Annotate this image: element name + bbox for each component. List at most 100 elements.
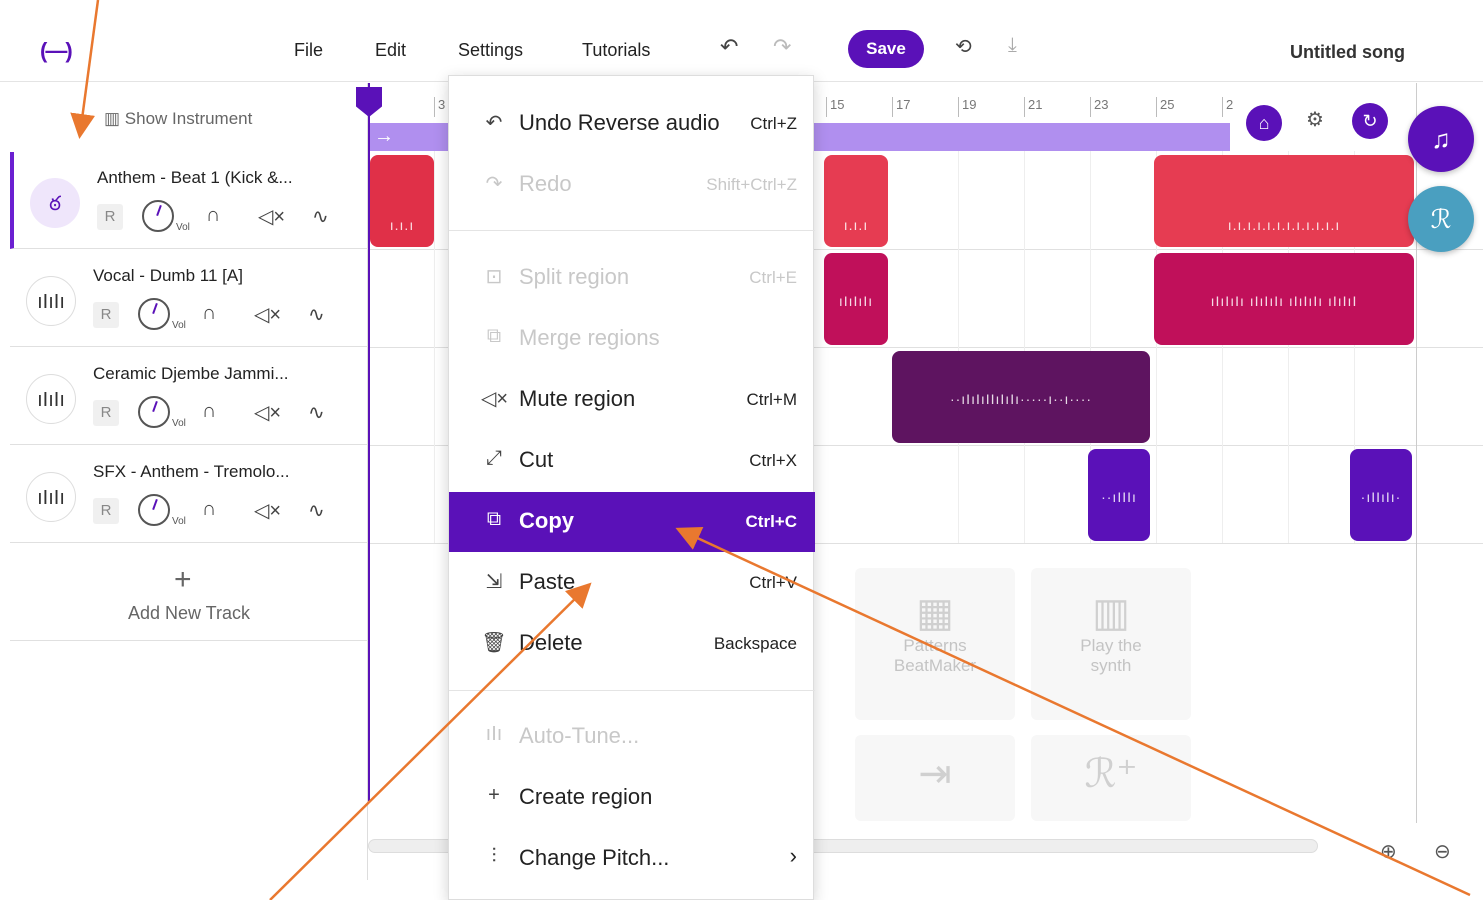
headphones-icon[interactable]: ∩ xyxy=(202,400,216,423)
menu-item-undo[interactable]: ↶ Undo Reverse audio Ctrl+Z xyxy=(449,94,815,152)
menu-item-split-region[interactable]: ⊡ Split region Ctrl+E xyxy=(449,248,815,306)
logo[interactable]: (—) xyxy=(40,38,73,64)
song-title[interactable]: Untitled song xyxy=(1290,42,1405,63)
mute-icon[interactable]: ◁× xyxy=(254,498,281,523)
menu-item-label: Undo Reverse audio xyxy=(519,110,720,135)
zoom-in-icon[interactable]: ⊕ xyxy=(1380,839,1397,864)
effects-icon[interactable]: ∿ xyxy=(308,498,325,523)
redo-icon: ↷ xyxy=(485,173,503,195)
region-waveform: ıIıIıIı xyxy=(838,293,874,309)
ruler-tick: 21 xyxy=(1024,97,1042,117)
ruler-tick: 25 xyxy=(1156,97,1174,117)
effects-icon[interactable]: ∿ xyxy=(308,400,325,425)
context-menu: ↶ Undo Reverse audio Ctrl+Z ↷ Redo Shift… xyxy=(448,75,815,900)
audio-region[interactable]: ıIıIıIı xyxy=(824,253,888,345)
record-arm-button[interactable]: R xyxy=(93,400,119,426)
menu-item-label: Merge regions xyxy=(519,325,660,350)
download-icon[interactable]: ⤓ xyxy=(1008,34,1017,57)
track-row[interactable]: ıIıIı SFX - Anthem - Tremolo... R Vol ∩ … xyxy=(10,446,368,543)
menu-item-shortcut: Ctrl+C xyxy=(745,512,797,531)
track-name[interactable]: Vocal - Dumb 11 [A] xyxy=(93,266,243,286)
import-card[interactable]: ⇥ xyxy=(855,735,1015,821)
audio-region[interactable]: ı.ı.ı.ı.ı.ı.ı.ı.ı.ı.ı.ı xyxy=(1154,155,1414,247)
effects-icon[interactable]: ∿ xyxy=(312,204,329,229)
audio-region[interactable]: ·ıIIıIı· xyxy=(1350,449,1412,541)
menu-item-mute-region[interactable]: ◁× Mute region Ctrl+M xyxy=(449,370,815,428)
menu-item-redo[interactable]: ↷ Redo Shift+Ctrl+Z xyxy=(449,155,815,213)
invite-card[interactable]: ℛ⁺ xyxy=(1031,735,1191,821)
mute-icon: ◁× xyxy=(481,388,509,410)
keyboard-icon: ▥ xyxy=(104,109,121,128)
region-pattern: ı.ı.ı xyxy=(389,217,415,233)
menu-item-shortcut: Ctrl+E xyxy=(749,268,797,287)
audio-region[interactable]: ı.ı.ı xyxy=(824,155,888,247)
menu-item-copy[interactable]: ⧉ Copy Ctrl+C xyxy=(449,492,815,552)
menu-item-change-pitch[interactable]: ⫶ Change Pitch... › xyxy=(449,829,815,887)
top-bar: (—) File Edit Settings Tutorials ↶ ↷ Sav… xyxy=(0,18,1483,82)
metronome-icon[interactable]: ⌂ xyxy=(1246,105,1282,141)
undo-icon[interactable]: ↶ xyxy=(720,34,738,60)
volume-knob[interactable] xyxy=(138,298,170,330)
play-synth-card[interactable]: ▥ Play the synth xyxy=(1031,568,1191,720)
menu-item-create-region[interactable]: + Create region xyxy=(449,768,815,826)
piano-icon: ▥ xyxy=(1092,591,1130,635)
volume-knob[interactable] xyxy=(138,494,170,526)
playhead[interactable] xyxy=(356,83,382,801)
volume-label: Vol xyxy=(172,516,186,527)
track-row[interactable]: ఠ Anthem - Beat 1 (Kick &... R Vol ∩ ◁× … xyxy=(10,152,368,249)
track-row[interactable]: ıIıIı Vocal - Dumb 11 [A] R Vol ∩ ◁× ∿ xyxy=(10,250,368,347)
menu-item-shortcut: Ctrl+V xyxy=(749,573,797,592)
volume-knob[interactable] xyxy=(138,396,170,428)
audio-region[interactable]: ··ıIıIıIIıIıIı·····ı··ı···· xyxy=(892,351,1150,443)
track-row[interactable]: ıIıIı Ceramic Djembe Jammi... R Vol ∩ ◁×… xyxy=(10,348,368,445)
menu-tutorials[interactable]: Tutorials xyxy=(582,40,650,61)
record-arm-button[interactable]: R xyxy=(93,498,119,524)
save-button[interactable]: Save xyxy=(848,30,924,68)
patterns-beatmaker-card[interactable]: ▦ Patterns BeatMaker xyxy=(855,568,1015,720)
music-note-icon[interactable]: ♫ xyxy=(1408,106,1474,172)
gear-icon[interactable]: ⚙ xyxy=(1306,107,1324,132)
end-marker xyxy=(1416,83,1417,823)
effects-icon[interactable]: ∿ xyxy=(308,302,325,327)
menu-item-paste[interactable]: ⇲ Paste Ctrl+V xyxy=(449,553,815,611)
menu-item-merge-regions[interactable]: ⧉ Merge regions xyxy=(449,309,815,367)
ruler-tick: 15 xyxy=(826,97,844,117)
add-new-track-button[interactable]: + Add New Track xyxy=(10,543,368,641)
zoom-out-icon[interactable]: ⊖ xyxy=(1434,839,1451,864)
track-name[interactable]: Ceramic Djembe Jammi... xyxy=(93,364,289,384)
menu-item-shortcut: Ctrl+Z xyxy=(750,114,797,133)
add-new-track-label: Add New Track xyxy=(127,603,251,623)
menu-item-delete[interactable]: 🗑 Delete Backspace xyxy=(449,614,815,672)
audio-region[interactable]: ıIıIıIı ıIıIıIı ıIıIıIı ıIıIıI xyxy=(1154,253,1414,345)
trash-icon: 🗑 xyxy=(481,632,507,654)
record-arm-button[interactable]: R xyxy=(97,204,123,230)
record-arm-button[interactable]: R xyxy=(93,302,119,328)
redo-icon[interactable]: ↷ xyxy=(773,34,791,60)
ruler-tick: 17 xyxy=(892,97,910,117)
collaborators-icon[interactable]: ℛ xyxy=(1408,186,1474,252)
mute-icon[interactable]: ◁× xyxy=(258,204,285,229)
loop-icon[interactable]: ↻ xyxy=(1352,103,1388,139)
audio-region[interactable]: ··ıIIIı xyxy=(1088,449,1150,541)
audio-region[interactable]: ı.ı.ı xyxy=(370,155,434,247)
volume-knob[interactable] xyxy=(142,200,174,232)
mute-icon[interactable]: ◁× xyxy=(254,302,281,327)
history-icon[interactable]: ⟲ xyxy=(955,34,972,59)
menu-item-shortcut: Ctrl+X xyxy=(749,451,797,470)
menu-settings[interactable]: Settings xyxy=(458,40,523,61)
menu-item-cut[interactable]: ⤢ Cut Ctrl+X xyxy=(449,431,815,489)
copy-icon: ⧉ xyxy=(486,508,502,530)
menu-file[interactable]: File xyxy=(294,40,323,61)
headphones-icon[interactable]: ∩ xyxy=(202,302,216,325)
track-name[interactable]: SFX - Anthem - Tremolo... xyxy=(93,462,290,482)
ruler-tick: 2 xyxy=(1222,97,1233,117)
headphones-icon[interactable]: ∩ xyxy=(202,498,216,521)
region-waveform: ··ıIıIıIIıIıIı·····ı··ı···· xyxy=(949,391,1093,407)
headphones-icon[interactable]: ∩ xyxy=(206,204,220,227)
track-name[interactable]: Anthem - Beat 1 (Kick &... xyxy=(97,168,293,188)
menu-item-auto-tune[interactable]: ıIı Auto-Tune... xyxy=(449,707,815,765)
mute-icon[interactable]: ◁× xyxy=(254,400,281,425)
show-instrument-toggle[interactable]: ▥ Show Instrument xyxy=(104,109,252,129)
menu-edit[interactable]: Edit xyxy=(375,40,406,61)
menu-item-label: Copy xyxy=(519,508,574,533)
